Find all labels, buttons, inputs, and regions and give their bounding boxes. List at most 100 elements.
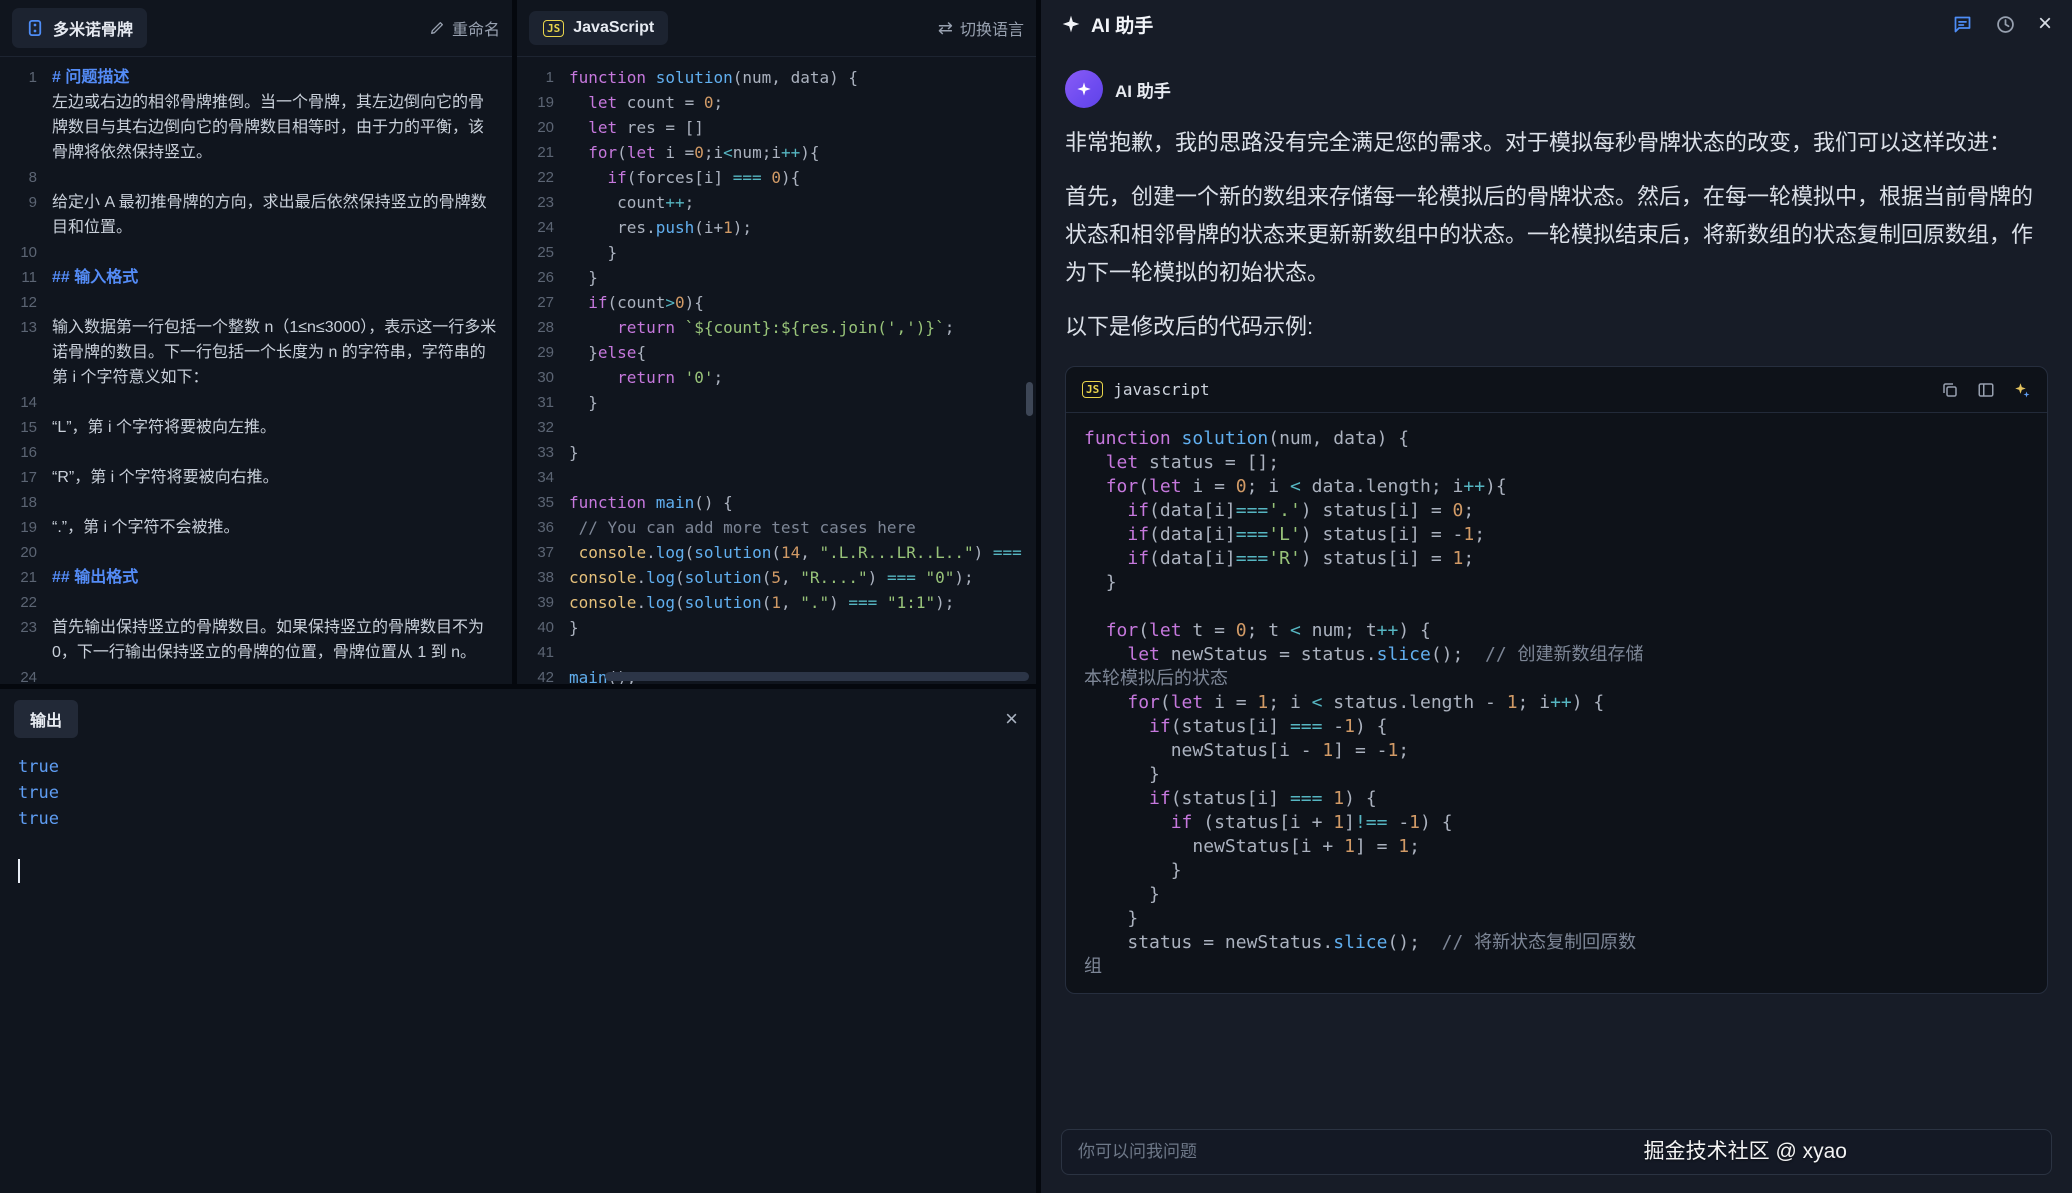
problem-line: 8 (0, 165, 512, 190)
ai-assistant-panel: AI 助手 × AI 助手 非常抱歉，我的思路没有完全满足您的需求。对于模拟每秒… (1041, 0, 2072, 1193)
line-number: 12 (0, 290, 52, 315)
line-number: 38 (517, 565, 569, 590)
javascript-icon: JS (543, 20, 564, 37)
problem-title: 多米诺骨牌 (53, 16, 133, 40)
problem-line: 左边或右边的相邻骨牌推倒。当一个骨牌，其左边倒向它的骨牌数目与其右边倒向它的骨牌… (0, 90, 512, 165)
ask-bar (1041, 1115, 2072, 1193)
ai-code-line: } (1084, 907, 2029, 931)
code-text: count++; (569, 190, 1036, 215)
code-line: 35function main() { (517, 490, 1036, 515)
problem-text (52, 290, 512, 315)
problem-line: 14 (0, 390, 512, 415)
editor-vertical-scrollbar[interactable] (1026, 382, 1033, 416)
ai-chat-area[interactable]: AI 助手 非常抱歉，我的思路没有完全满足您的需求。对于模拟每秒骨牌状态的改变，… (1041, 48, 2072, 1115)
ai-paragraph: 首先，创建一个新的数组来存储每一轮模拟后的骨牌状态。然后，在每一轮模拟中，根据当… (1065, 178, 2048, 292)
problem-line: 19“.”，第 i 个字符不会被推。 (0, 515, 512, 540)
ai-code[interactable]: function solution(num, data) { let statu… (1066, 413, 2047, 993)
switch-language-button[interactable]: ⇄ 切换语言 (938, 16, 1024, 40)
code-line: 32 (517, 415, 1036, 440)
line-number: 37 (517, 540, 569, 565)
code-text: } (569, 265, 1036, 290)
code-text: } (569, 390, 1036, 415)
problem-line: 11## 输入格式 (0, 265, 512, 290)
magic-sparkle-icon[interactable] (2013, 381, 2031, 399)
rename-button[interactable]: 重命名 (429, 16, 500, 40)
copy-code-icon[interactable] (1941, 381, 1959, 399)
line-number: 15 (0, 415, 52, 440)
ai-paragraph: 以下是修改后的代码示例: (1065, 308, 2048, 346)
code-line: 33} (517, 440, 1036, 465)
line-number: 9 (0, 190, 52, 240)
ai-code-line: newStatus[i + 1] = 1; (1084, 835, 2029, 859)
ai-code-line: status = newStatus.slice(); // 将新状态复制回原数 (1084, 931, 2029, 955)
output-console[interactable]: truetruetrue (0, 744, 1036, 883)
code-text: } (569, 440, 1036, 465)
line-number: 22 (0, 590, 52, 615)
code-line: 36 // You can add more test cases here (517, 515, 1036, 540)
problem-text (52, 490, 512, 515)
code-text: }else{ (569, 340, 1036, 365)
code-text: if(count>0){ (569, 290, 1036, 315)
code-text: return `${count}:${res.join(',')}`; (569, 315, 1036, 340)
output-line: true (18, 806, 1036, 832)
ai-code-lang-label: javascript (1113, 380, 1209, 399)
ai-code-line: if(data[i]==='R') status[i] = 1; (1084, 547, 2029, 571)
code-line: 41 (517, 640, 1036, 665)
code-text: if(forces[i] === 0){ (569, 165, 1036, 190)
problem-text (52, 590, 512, 615)
ai-code-line: } (1084, 883, 2029, 907)
ai-header-icons: × (1952, 12, 2052, 36)
line-number: 32 (517, 415, 569, 440)
code-line: 25 } (517, 240, 1036, 265)
problem-title-chip[interactable]: 多米诺骨牌 (12, 8, 147, 48)
ai-code-line: } (1084, 763, 2029, 787)
problem-line: 23首先输出保持竖立的骨牌数目。如果保持竖立的骨牌数目不为 0，下一行输出保持竖… (0, 615, 512, 665)
code-editor[interactable]: 1function solution(num, data) {19 let co… (517, 57, 1036, 684)
code-line: 27 if(count>0){ (517, 290, 1036, 315)
insert-code-icon[interactable] (1977, 381, 1995, 399)
output-close-icon[interactable]: × (1005, 708, 1018, 730)
problem-text (52, 240, 512, 265)
ai-code-lang: JS javascript (1082, 380, 1210, 399)
line-number: 13 (0, 315, 52, 390)
line-number (0, 90, 52, 165)
line-number: 21 (517, 140, 569, 165)
ai-question-input[interactable] (1061, 1129, 2052, 1175)
ai-header: AI 助手 × (1041, 0, 2072, 48)
line-number: 29 (517, 340, 569, 365)
problem-text: “R”，第 i 个字符将要被向右推。 (52, 465, 512, 490)
feedback-chat-icon[interactable] (1952, 14, 1973, 35)
code-text (569, 640, 1036, 665)
output-tab[interactable]: 输出 (14, 700, 78, 738)
problem-text (52, 540, 512, 565)
code-text: } (569, 615, 1036, 640)
code-line: 20 let res = [] (517, 115, 1036, 140)
problem-line: 9给定小 A 最初推骨牌的方向，求出最后依然保持竖立的骨牌数目和位置。 (0, 190, 512, 240)
ai-code-line: for(let i = 1; i < status.length - 1; i+… (1084, 691, 2029, 715)
line-number: 40 (517, 615, 569, 640)
ai-code-line: } (1084, 571, 2029, 595)
line-number: 34 (517, 465, 569, 490)
line-number: 23 (517, 190, 569, 215)
editor-horizontal-scrollbar[interactable] (605, 672, 1029, 681)
history-icon[interactable] (1995, 14, 2016, 35)
ai-code-block: JS javascript f (1065, 366, 2048, 994)
ai-close-icon[interactable]: × (2038, 12, 2052, 36)
problem-description[interactable]: 1# 问题描述左边或右边的相邻骨牌推倒。当一个骨牌，其左边倒向它的骨牌数目与其右… (0, 57, 512, 684)
code-line: 26 } (517, 265, 1036, 290)
line-number: 1 (0, 65, 52, 90)
line-number: 35 (517, 490, 569, 515)
problem-line: 12 (0, 290, 512, 315)
rename-label: 重命名 (452, 16, 500, 40)
problem-text (52, 390, 512, 415)
output-cursor (18, 859, 20, 883)
line-number: 27 (517, 290, 569, 315)
code-text: return '0'; (569, 365, 1036, 390)
problem-text: 给定小 A 最初推骨牌的方向，求出最后依然保持竖立的骨牌数目和位置。 (52, 190, 512, 240)
code-text: let res = [] (569, 115, 1036, 140)
problem-line: 16 (0, 440, 512, 465)
language-tab[interactable]: JS JavaScript (529, 11, 668, 45)
line-number: 8 (0, 165, 52, 190)
ai-code-line: 本轮模拟后的状态 (1084, 667, 2029, 691)
line-number: 41 (517, 640, 569, 665)
